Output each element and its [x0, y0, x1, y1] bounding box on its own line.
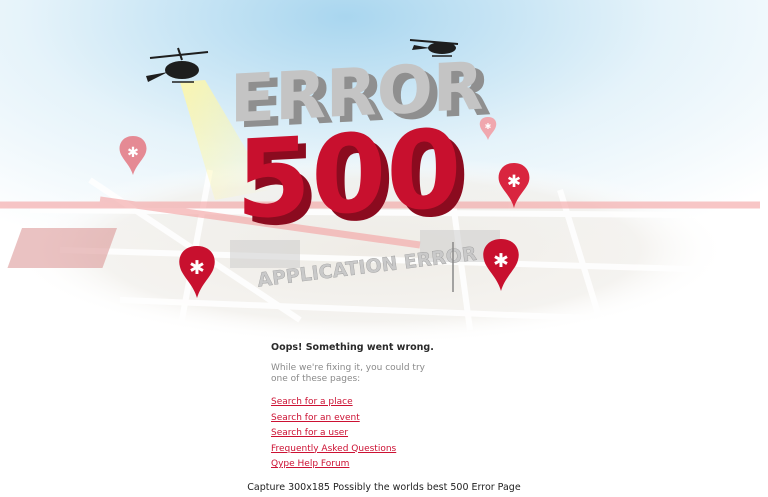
error-500-illustration: ERROR ERROR 500 500 APPLICATION ERROR ✱ … — [0, 0, 768, 340]
link-faq[interactable]: Frequently Asked Questions — [271, 442, 491, 458]
map-block — [7, 228, 118, 268]
link-search-place[interactable]: Search for a place — [271, 395, 491, 411]
svg-text:500: 500 — [236, 107, 461, 244]
svg-text:✱: ✱ — [507, 172, 521, 192]
error-code: 500 500 — [236, 107, 469, 251]
link-search-user[interactable]: Search for a user — [271, 426, 491, 442]
suggested-links: Search for a place Search for an event S… — [271, 395, 491, 473]
svg-text:✱: ✱ — [485, 122, 492, 131]
svg-text:✱: ✱ — [493, 250, 509, 272]
error-hint: While we're fixing it, you could try one… — [271, 363, 425, 384]
svg-text:✱: ✱ — [127, 145, 139, 161]
error-title: Oops! Something went wrong. — [271, 342, 434, 353]
link-help-forum[interactable]: Qype Help Forum — [271, 457, 491, 473]
error-message-panel: Oops! Something went wrong. While we're … — [271, 342, 491, 473]
link-search-event[interactable]: Search for an event — [271, 411, 491, 427]
screenshot-caption: Capture 300x185 Possibly the worlds best… — [247, 482, 521, 493]
svg-text:✱: ✱ — [189, 257, 205, 279]
